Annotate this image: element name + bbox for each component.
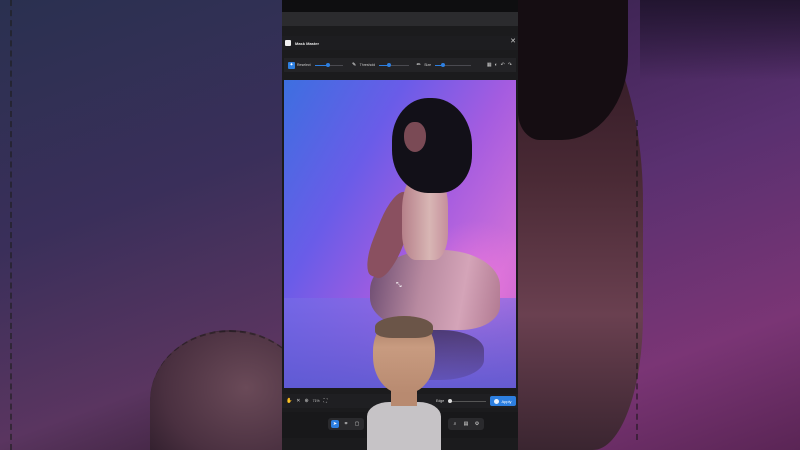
- host-topbar: [282, 0, 518, 12]
- apply-icon: [494, 398, 500, 404]
- presenter-shirt: [367, 402, 441, 450]
- rectangle-icon[interactable]: ▢: [353, 420, 361, 428]
- slider-knob[interactable]: [325, 63, 330, 67]
- close-icon[interactable]: ✕: [510, 38, 516, 46]
- blurred-shape: [150, 330, 282, 450]
- select-icon[interactable]: ➤: [331, 420, 339, 428]
- host-titlebar: [282, 12, 518, 26]
- slider-knob[interactable]: [387, 63, 392, 67]
- cursor-icon: ⤡: [396, 282, 402, 289]
- tool-label: Reselect: [297, 63, 311, 67]
- dock-tool-group: ➤ ⌗ ▢: [328, 418, 364, 430]
- close-icon[interactable]: ✕: [296, 398, 300, 404]
- selection-outline: [636, 120, 640, 440]
- presenter-hair: [375, 316, 433, 338]
- subject-hair: [392, 98, 472, 193]
- tool-options-bar: ✦ Reselect ✎ Threshold ✏ Size ▦ ◐ ↶ ↷: [284, 58, 516, 72]
- circle-icon[interactable]: ◐: [495, 62, 498, 68]
- edge-slider[interactable]: [448, 399, 486, 403]
- undo-icon[interactable]: ↶: [501, 62, 505, 68]
- slider-knob[interactable]: [441, 63, 446, 67]
- crop-icon[interactable]: ⌗: [342, 420, 350, 428]
- settings-icon[interactable]: ⚙: [473, 420, 481, 428]
- tool-label: Size: [424, 63, 432, 67]
- tool-threshold[interactable]: ✎ Threshold: [351, 58, 410, 72]
- apply-label: Apply: [501, 398, 512, 404]
- apply-button[interactable]: Apply: [490, 396, 516, 406]
- app-icon: [285, 40, 291, 46]
- selection-outline: [10, 0, 12, 450]
- tool-label: Threshold: [359, 63, 376, 67]
- grid-icon[interactable]: ▦: [487, 62, 492, 68]
- redo-icon[interactable]: ↷: [508, 62, 512, 68]
- tool-reselect[interactable]: ✦ Reselect: [288, 58, 343, 72]
- size-slider[interactable]: [435, 63, 472, 67]
- threshold-slider[interactable]: [379, 63, 410, 67]
- blurred-background-left: [0, 0, 282, 450]
- search-icon[interactable]: ⌕: [451, 420, 459, 428]
- dialog-title: Mask Master: [295, 40, 320, 46]
- dialog-titlebar: Mask Master ✕: [282, 36, 518, 50]
- pen-icon[interactable]: ✏: [415, 62, 422, 69]
- brush-icon[interactable]: ✎: [351, 62, 358, 69]
- zoom-level: 71%: [312, 399, 320, 403]
- dock-view-group: ⌕ ▤ ⚙: [448, 418, 484, 430]
- tool-size[interactable]: ✏ Size: [415, 58, 472, 72]
- slider-knob[interactable]: [448, 399, 452, 403]
- zoom-icon[interactable]: ⊕: [304, 398, 308, 404]
- magic-select-icon[interactable]: ✦: [288, 61, 295, 69]
- blurred-background-right: [518, 0, 800, 450]
- fit-icon[interactable]: ⛶: [324, 398, 328, 404]
- layers-icon[interactable]: ▤: [462, 420, 470, 428]
- shadow-overlay: [640, 0, 800, 80]
- tool-right-group: ▦ ◐ ↶ ↷: [487, 62, 512, 68]
- presenter-webcam-overlay: [367, 316, 441, 450]
- subject-face: [404, 122, 426, 152]
- hand-icon[interactable]: ✋: [286, 398, 292, 404]
- reselect-slider[interactable]: [314, 63, 343, 67]
